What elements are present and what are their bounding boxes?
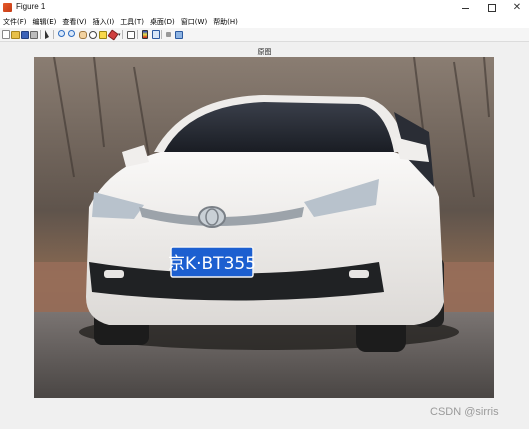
data-cursor-icon[interactable]	[99, 31, 107, 39]
hide-plot-tools-icon[interactable]	[166, 32, 171, 37]
zoom-in-icon[interactable]	[58, 30, 65, 37]
menu-insert[interactable]: 插入(I)	[90, 16, 118, 28]
car-photo: 京K·BT355	[34, 57, 494, 398]
figure-toolbar: ▾	[0, 28, 529, 42]
menu-view[interactable]: 查看(V)	[59, 16, 89, 28]
link-plot-icon[interactable]	[127, 31, 135, 39]
watermark: CSDN @sirris	[430, 406, 499, 418]
pan-hand-icon[interactable]	[79, 31, 87, 39]
maximize-icon	[488, 4, 496, 12]
show-plot-tools-icon[interactable]	[175, 31, 183, 39]
minimize-button[interactable]	[451, 0, 479, 16]
toolbar-separator	[161, 30, 162, 39]
brush-dropdown-icon[interactable]: ▾	[118, 33, 121, 38]
close-icon: ✕	[512, 2, 522, 13]
new-figure-icon[interactable]	[2, 30, 10, 39]
open-file-icon[interactable]	[11, 31, 20, 39]
menu-window[interactable]: 窗口(W)	[178, 16, 210, 28]
minimize-icon	[461, 7, 469, 9]
maximize-button[interactable]	[478, 0, 506, 16]
edit-plot-cursor-icon[interactable]	[45, 30, 49, 39]
brush-icon[interactable]	[107, 29, 119, 41]
zoom-out-icon[interactable]	[68, 30, 75, 37]
insert-legend-icon[interactable]	[152, 30, 160, 39]
toolbar-separator	[122, 30, 123, 39]
matlab-icon	[3, 3, 12, 12]
license-plate-text: 京K·BT355	[168, 254, 256, 274]
menu-file[interactable]: 文件(F)	[0, 16, 30, 28]
close-button[interactable]: ✕	[503, 0, 529, 16]
title-bar: Figure 1 ✕	[0, 0, 529, 16]
figure-window: Figure 1 ✕ 文件(F) 编辑(E) 查看(V) 插入(I) 工具(T)…	[0, 0, 529, 429]
menu-bar: 文件(F) 编辑(E) 查看(V) 插入(I) 工具(T) 桌面(D) 窗口(W…	[0, 16, 529, 28]
axes-title: 原图	[257, 48, 272, 56]
toolbar-separator	[53, 30, 54, 39]
window-title: Figure 1	[16, 2, 46, 11]
insert-colorbar-icon[interactable]	[142, 30, 148, 39]
axes-image: 京K·BT355	[34, 57, 494, 398]
print-figure-icon[interactable]	[30, 31, 38, 39]
toolbar-separator	[40, 30, 41, 39]
menu-tools[interactable]: 工具(T)	[117, 16, 147, 28]
menu-help[interactable]: 帮助(H)	[210, 16, 241, 28]
rotate-3d-icon[interactable]	[89, 31, 97, 39]
menu-edit[interactable]: 编辑(E)	[30, 16, 60, 28]
save-figure-icon[interactable]	[21, 31, 29, 39]
menu-desktop[interactable]: 桌面(D)	[147, 16, 178, 28]
toolbar-separator	[137, 30, 138, 39]
